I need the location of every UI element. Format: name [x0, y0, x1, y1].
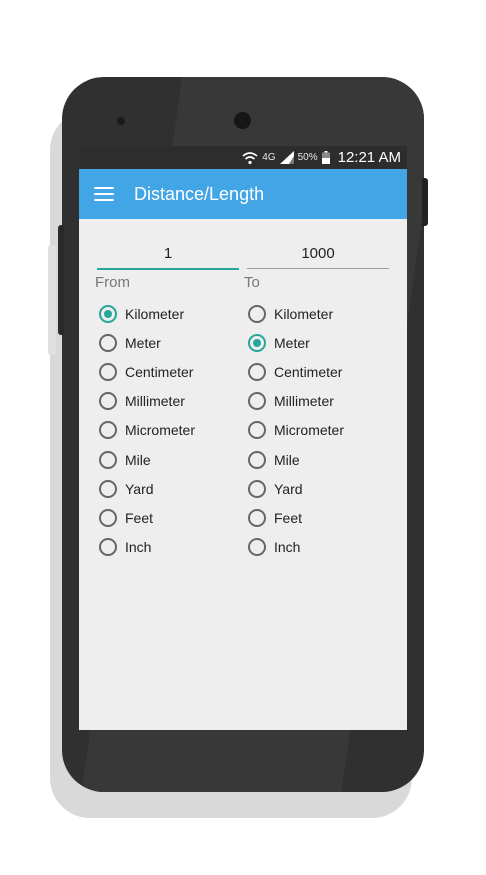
front-camera	[234, 112, 251, 129]
from-radio-kilometer[interactable]	[99, 304, 117, 323]
from-option-centimeter[interactable]: Centimeter	[95, 357, 195, 386]
screen: 4G 50% 12:21 AM Distance/Length From Kil…	[79, 146, 407, 730]
from-radio-micrometer[interactable]	[99, 421, 117, 440]
from-option-label: Centimeter	[125, 363, 194, 380]
to-option-micrometer[interactable]: Micrometer	[244, 416, 344, 445]
network-type-label: 4G	[262, 152, 276, 163]
to-option-label: Kilometer	[274, 305, 334, 322]
page-title: Distance/Length	[134, 183, 265, 204]
to-radio-micrometer[interactable]	[248, 421, 266, 440]
to-options-list: Kilometer Meter Centimeter Millimeter Microm…	[244, 299, 344, 562]
battery-percent: 50%	[297, 152, 318, 163]
to-radio-meter[interactable]	[248, 333, 266, 352]
from-option-yard[interactable]: Yard	[95, 474, 195, 503]
to-option-label: Micrometer	[274, 422, 345, 439]
sensor-dot	[117, 117, 125, 125]
from-option-millimeter[interactable]: Millimeter	[95, 387, 195, 416]
battery-icon	[321, 151, 330, 164]
from-radio-millimeter[interactable]	[99, 392, 117, 411]
from-option-mile[interactable]: Mile	[95, 445, 195, 474]
to-option-label: Yard	[274, 480, 303, 497]
from-options-list: Kilometer Meter Centimeter Millimeter Microm…	[95, 299, 195, 562]
from-radio-meter[interactable]	[99, 333, 117, 352]
to-radio-mile[interactable]	[248, 450, 266, 469]
to-option-feet[interactable]: Feet	[244, 503, 344, 532]
from-option-label: Inch	[125, 539, 152, 556]
to-option-inch[interactable]: Inch	[244, 533, 344, 562]
to-option-label: Feet	[274, 509, 303, 526]
from-radio-mile[interactable]	[99, 450, 117, 469]
wifi-icon	[242, 151, 258, 164]
from-radio-inch[interactable]	[99, 538, 117, 557]
to-radio-millimeter[interactable]	[248, 392, 266, 411]
from-option-label: Yard	[125, 480, 154, 497]
to-radio-yard[interactable]	[248, 479, 266, 498]
status-time: 12:21 AM	[337, 149, 401, 166]
hamburger-menu-icon[interactable]	[94, 187, 114, 201]
to-option-label: Mile	[274, 451, 300, 468]
value-inputs	[79, 238, 407, 278]
from-label: From	[95, 274, 130, 291]
from-option-micrometer[interactable]: Micrometer	[95, 416, 195, 445]
from-unit-group: From Kilometer Meter Centimeter Millimeter M…	[95, 274, 195, 562]
status-bar: 4G 50% 12:21 AM	[79, 146, 407, 169]
from-option-label: Micrometer	[125, 422, 196, 439]
from-radio-centimeter[interactable]	[99, 362, 117, 381]
from-value-input[interactable]	[97, 238, 239, 270]
to-option-label: Centimeter	[274, 363, 343, 380]
to-unit-group: To Kilometer Meter Centimeter Millimeter Mic…	[244, 274, 344, 562]
to-option-label: Millimeter	[274, 393, 334, 410]
to-radio-feet[interactable]	[248, 508, 266, 527]
to-radio-inch[interactable]	[248, 538, 266, 557]
to-radio-kilometer[interactable]	[248, 304, 266, 323]
from-radio-yard[interactable]	[99, 479, 117, 498]
signal-icon	[279, 151, 294, 164]
device-side-shadow	[48, 245, 56, 355]
from-option-label: Mile	[125, 451, 151, 468]
from-option-label: Meter	[125, 334, 161, 351]
to-label: To	[244, 274, 260, 291]
volume-button	[58, 225, 64, 335]
to-option-kilometer[interactable]: Kilometer	[244, 299, 344, 328]
from-radio-feet[interactable]	[99, 508, 117, 527]
app-bar: Distance/Length	[79, 169, 407, 219]
to-value-input[interactable]	[247, 238, 389, 269]
from-option-kilometer[interactable]: Kilometer	[95, 299, 195, 328]
from-option-label: Feet	[125, 509, 154, 526]
from-option-inch[interactable]: Inch	[95, 533, 195, 562]
from-option-meter[interactable]: Meter	[95, 328, 195, 357]
to-option-meter[interactable]: Meter	[244, 328, 344, 357]
to-option-label: Meter	[274, 334, 310, 351]
power-button	[422, 178, 428, 226]
to-option-yard[interactable]: Yard	[244, 474, 344, 503]
from-option-label: Millimeter	[125, 393, 185, 410]
to-option-centimeter[interactable]: Centimeter	[244, 357, 344, 386]
to-option-millimeter[interactable]: Millimeter	[244, 387, 344, 416]
to-option-mile[interactable]: Mile	[244, 445, 344, 474]
from-option-label: Kilometer	[125, 305, 185, 322]
to-radio-centimeter[interactable]	[248, 362, 266, 381]
to-option-label: Inch	[274, 539, 301, 556]
from-option-feet[interactable]: Feet	[95, 503, 195, 532]
